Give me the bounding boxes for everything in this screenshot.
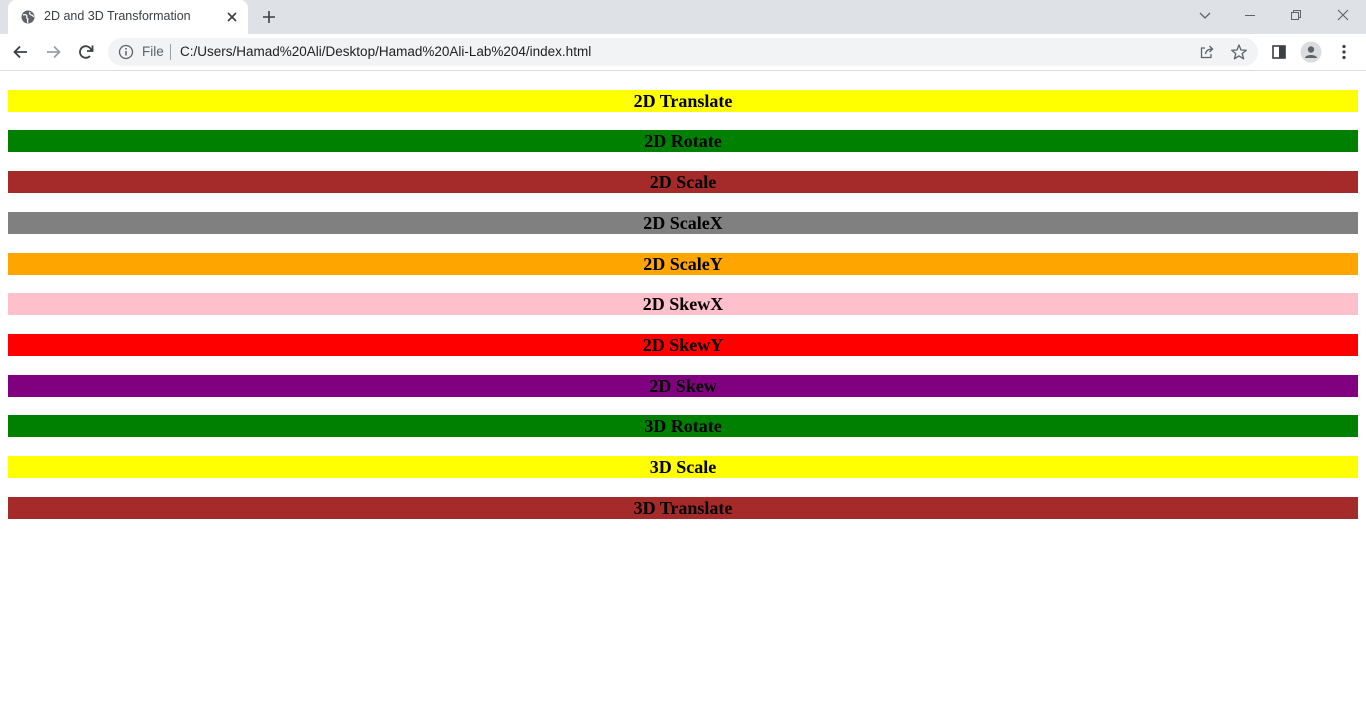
omnibox-divider — [170, 44, 171, 60]
tab-title: 2D and 3D Transformation — [44, 9, 191, 23]
scale-3d-bar: 3D Scale — [8, 456, 1358, 478]
back-arrow-icon[interactable] — [11, 42, 31, 62]
side-panel-icon[interactable] — [1269, 42, 1289, 62]
scalex-2d-bar: 2D ScaleX — [8, 212, 1358, 234]
scaley-2d-bar: 2D ScaleY — [8, 253, 1358, 275]
close-tab-icon[interactable] — [224, 9, 240, 25]
rotate-3d-bar: 3D Rotate — [8, 415, 1358, 437]
tab-search-chevron-icon[interactable] — [1197, 7, 1213, 23]
restore-icon[interactable] — [1288, 7, 1304, 23]
browser-toolbar: File C:/Users/Hamad%20Ali/Desktop/Hamad%… — [0, 34, 1366, 71]
profile-avatar-icon[interactable] — [1300, 41, 1322, 63]
reload-icon[interactable] — [76, 42, 96, 62]
kebab-menu-icon[interactable] — [1334, 42, 1354, 62]
skewy-2d-bar: 2D SkewY — [8, 334, 1358, 356]
translate-3d-bar: 3D Translate — [8, 497, 1358, 519]
translate-2d-bar: 2D Translate — [8, 90, 1358, 112]
tab-strip: 2D and 3D Transformation — [0, 0, 1366, 34]
share-icon[interactable] — [1199, 44, 1215, 60]
page-content: 2D Translate 2D Rotate 2D Scale 2D Scale… — [0, 71, 1366, 716]
address-bar[interactable]: File C:/Users/Hamad%20Ali/Desktop/Hamad%… — [108, 38, 1258, 66]
info-icon[interactable] — [118, 44, 134, 60]
window-close-icon[interactable] — [1334, 6, 1352, 24]
minimize-icon[interactable] — [1242, 7, 1258, 23]
rotate-2d-bar: 2D Rotate — [8, 130, 1358, 152]
forward-arrow-icon[interactable] — [43, 42, 63, 62]
scale-2d-bar: 2D Scale — [8, 171, 1358, 193]
browser-tab[interactable]: 2D and 3D Transformation — [8, 0, 248, 34]
skew-2d-bar: 2D Skew — [8, 375, 1358, 397]
globe-icon — [21, 10, 35, 24]
new-tab-icon[interactable] — [261, 9, 277, 25]
file-label: File — [142, 44, 164, 59]
bookmark-star-icon[interactable] — [1230, 43, 1248, 61]
url-text[interactable]: C:/Users/Hamad%20Ali/Desktop/Hamad%20Ali… — [180, 44, 591, 59]
skewx-2d-bar: 2D SkewX — [8, 293, 1358, 315]
